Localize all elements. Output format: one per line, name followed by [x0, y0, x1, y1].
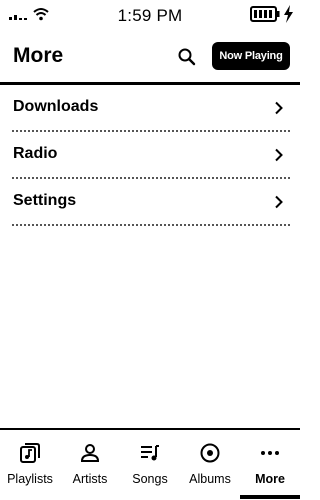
- chevron-right-icon: [275, 195, 283, 209]
- menu-item-settings[interactable]: Settings: [12, 179, 290, 226]
- tab-label: Songs: [132, 472, 168, 486]
- menu-item-downloads[interactable]: Downloads: [12, 85, 290, 132]
- chevron-right-icon: [275, 101, 283, 115]
- active-tab-indicator: [240, 495, 300, 499]
- playlist-music-icon: [20, 443, 40, 463]
- tab-artists[interactable]: Artists: [60, 430, 120, 500]
- status-bar: 1:59 PM: [0, 0, 300, 30]
- battery-icon: [250, 6, 280, 22]
- tab-playlists[interactable]: Playlists: [0, 430, 60, 500]
- menu-item-label: Radio: [13, 145, 58, 162]
- tab-label: Artists: [72, 472, 108, 486]
- tab-label: More: [255, 472, 285, 486]
- search-icon[interactable]: [177, 47, 197, 67]
- header: More Now Playing: [0, 36, 300, 80]
- tab-bar: Playlists Artists Songs Albums More: [0, 428, 300, 500]
- more-dots-icon: [261, 451, 279, 455]
- tab-more[interactable]: More: [240, 430, 300, 500]
- charging-bolt-icon: [284, 5, 293, 23]
- person-icon: [80, 444, 100, 462]
- page-title: More: [13, 44, 64, 67]
- menu-item-label: Settings: [13, 192, 77, 209]
- menu-item-radio[interactable]: Radio: [12, 132, 290, 179]
- queue-music-icon: [141, 445, 159, 461]
- menu-list: Downloads Radio Settings: [0, 85, 300, 226]
- tab-label: Albums: [189, 472, 231, 486]
- tab-label: Playlists: [7, 472, 53, 486]
- album-disc-icon: [200, 443, 220, 463]
- tab-albums[interactable]: Albums: [180, 430, 240, 500]
- menu-item-label: Downloads: [13, 98, 99, 115]
- chevron-right-icon: [275, 148, 283, 162]
- now-playing-button[interactable]: Now Playing: [212, 42, 290, 70]
- tab-songs[interactable]: Songs: [120, 430, 180, 500]
